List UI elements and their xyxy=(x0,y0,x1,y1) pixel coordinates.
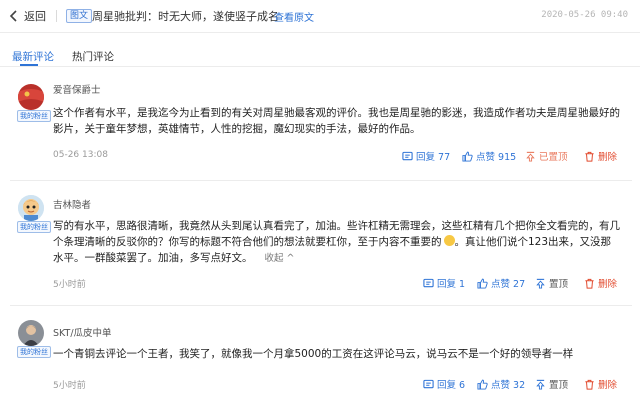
comment-line: 写的有水平，思路很清晰，我竟然从头到尾认真看完了，加油。些许杠精无需理会，这些杠… xyxy=(53,220,620,232)
article-title: 周星驰批判：时无大师，遂使竖子成名 xyxy=(92,10,279,23)
delete-button[interactable]: 删除 xyxy=(584,276,617,290)
pin-label: 置顶 xyxy=(549,380,569,391)
reply-icon xyxy=(423,379,434,388)
active-tab-indicator xyxy=(20,64,38,66)
comment-tabs: 最新评论 热门评论 xyxy=(0,34,640,67)
comment-time: 5小时前 xyxy=(53,381,86,391)
delete-button[interactable]: 删除 xyxy=(584,149,617,163)
username[interactable]: 爱音保爵士 xyxy=(53,82,101,96)
content-type-tag: 图文 xyxy=(66,9,93,23)
trash-icon xyxy=(585,278,594,289)
reply-label: 回复 77 xyxy=(416,152,451,163)
delete-label: 删除 xyxy=(598,380,618,391)
comment-time: 5小时前 xyxy=(53,280,86,290)
red-flag-avatar-icon xyxy=(18,84,44,110)
comment-text: 这个作者有水平，是我迄今为止看到的有关对周星驰最客观的评价。我也是周星驰的影迷，… xyxy=(53,105,623,137)
comment-line-text: 个条理清晰的反驳你的？你写的标题不符合他们的想法就要杠你，至于内容不重要的 xyxy=(53,236,442,248)
comment-line: 影片，关于童年梦想，英雄情节，人性的挖掘，魔幻现实的手法，最好的作品。 xyxy=(53,123,421,135)
reply-button[interactable]: 回复 77 xyxy=(402,149,450,163)
pinned-label: 已置顶 xyxy=(539,152,568,163)
like-button[interactable]: 点赞 915 xyxy=(462,149,516,163)
trash-icon xyxy=(585,379,594,390)
thumbs-up-icon xyxy=(462,151,473,162)
reply-label: 回复 1 xyxy=(437,279,466,290)
like-label: 点赞 915 xyxy=(476,152,517,163)
back-label: 返回 xyxy=(24,10,46,23)
top-bar: 返回 图文 周星驰批判：时无大师，遂使竖子成名 查看原文 2020-05-26 … xyxy=(0,0,640,33)
smile-emoji-icon xyxy=(443,235,455,246)
collapse-button[interactable]: 收起 ^ xyxy=(265,253,295,264)
pin-top-icon xyxy=(526,151,535,162)
thumbs-up-icon xyxy=(477,379,488,390)
avatar[interactable] xyxy=(18,320,44,346)
photo-avatar-icon xyxy=(18,320,44,346)
username[interactable]: SKT/瓜皮中单 xyxy=(53,325,112,339)
comment-line: 个条理清晰的反驳你的？你写的标题不符合他们的想法就要杠你，至于内容不重要的 。真让… xyxy=(53,234,623,250)
username[interactable]: 吉林隐者 xyxy=(53,197,91,211)
comment-line: 一个青铜去评论一个王者，我笑了，就像我一个月拿5000的工资在这评论马云，说马云… xyxy=(53,348,574,360)
comment-line-text: 水平。一群酸菜罢了。加油，多写点好文。 xyxy=(53,252,253,264)
reply-button[interactable]: 回复 1 xyxy=(423,276,465,290)
tab-latest-comments[interactable]: 最新评论 xyxy=(12,49,54,64)
like-label: 点赞 32 xyxy=(491,380,526,391)
header-divider xyxy=(56,10,57,22)
pin-top-icon xyxy=(536,278,545,289)
article-timestamp: 2020-05-26 09:40 xyxy=(541,10,628,20)
pin-button[interactable]: 置顶 xyxy=(535,377,568,391)
pin-button[interactable]: 置顶 xyxy=(535,276,568,290)
fan-badge: 我的粉丝 xyxy=(17,221,51,233)
comment-text: 写的有水平，思路很清晰，我竟然从头到尾认真看完了，加油。些许杠精无需理会，这些杠… xyxy=(53,218,623,267)
comment-line: 水平。一群酸菜罢了。加油，多写点好文。 收起 ^ xyxy=(53,250,623,267)
pin-top-icon xyxy=(536,379,545,390)
reply-button[interactable]: 回复 6 xyxy=(423,377,465,391)
thumbs-up-icon xyxy=(477,278,488,289)
reply-icon xyxy=(423,278,434,287)
avatar[interactable] xyxy=(18,195,44,221)
comment-text: 一个青铜去评论一个王者，我笑了，就像我一个月拿5000的工资在这评论马云，说马云… xyxy=(53,346,623,362)
reply-label: 回复 6 xyxy=(437,380,466,391)
delete-label: 删除 xyxy=(598,279,618,290)
comment-item: 我的粉丝 爱音保爵士 这个作者有水平，是我迄今为止看到的有关对周星驰最客观的评价… xyxy=(0,68,640,180)
trash-icon xyxy=(585,151,594,162)
pinned-button[interactable]: 已置顶 xyxy=(525,149,568,163)
comment-line: 这个作者有水平，是我迄今为止看到的有关对周星驰最客观的评价。我也是周星驰的影迷，… xyxy=(53,107,620,119)
like-button[interactable]: 点赞 32 xyxy=(477,377,525,391)
like-button[interactable]: 点赞 27 xyxy=(477,276,525,290)
like-label: 点赞 27 xyxy=(491,279,526,290)
comment-time: 05-26 13:08 xyxy=(53,150,108,160)
view-original-link[interactable]: 查看原文 xyxy=(274,9,314,24)
fan-badge: 我的粉丝 xyxy=(17,346,51,358)
delete-button[interactable]: 删除 xyxy=(584,377,617,391)
delete-label: 删除 xyxy=(598,152,618,163)
cartoon-avatar-icon xyxy=(18,195,44,221)
avatar[interactable] xyxy=(18,84,44,110)
reply-icon xyxy=(402,151,413,160)
fan-badge: 我的粉丝 xyxy=(17,110,51,122)
pin-label: 置顶 xyxy=(549,279,569,290)
tab-hot-comments[interactable]: 热门评论 xyxy=(72,49,114,64)
back-button[interactable]: 返回 xyxy=(9,8,46,24)
comment-item: 我的粉丝 吉林隐者 写的有水平，思路很清晰，我竟然从头到尾认真看完了，加油。些许… xyxy=(0,181,640,305)
comment-item: 我的粉丝 SKT/瓜皮中单 一个青铜去评论一个王者，我笑了，就像我一个月拿500… xyxy=(0,306,640,407)
chevron-left-icon xyxy=(9,10,17,22)
comment-line-tail: 。真让他们说个123出来，又没那 xyxy=(454,236,612,248)
